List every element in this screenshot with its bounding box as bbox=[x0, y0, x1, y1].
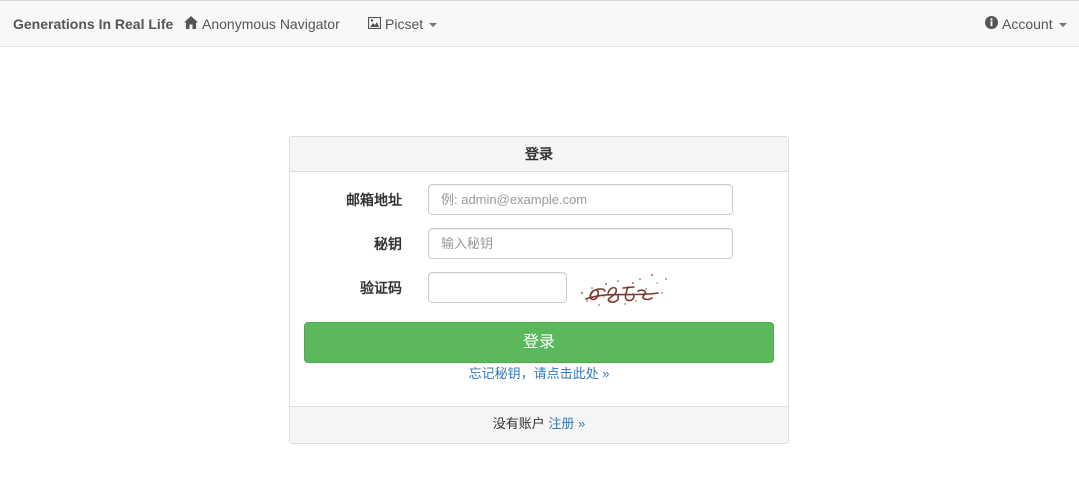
brand-link[interactable]: Generations In Real Life bbox=[13, 16, 173, 32]
email-field[interactable] bbox=[428, 184, 733, 215]
no-account-text: 没有账户 bbox=[492, 416, 545, 431]
info-icon bbox=[985, 16, 998, 32]
nav-account-dropdown[interactable]: Account bbox=[985, 16, 1067, 32]
home-icon bbox=[184, 16, 198, 32]
login-panel: 登录 邮箱地址 秘钥 验证码 bbox=[289, 136, 789, 444]
chevron-down-icon bbox=[1058, 23, 1067, 27]
captcha-label: 验证码 bbox=[360, 280, 402, 296]
nav-anonymous-navigator[interactable]: Anonymous Navigator bbox=[184, 16, 340, 32]
login-panel-footer: 没有账户 注册 » bbox=[290, 406, 788, 443]
login-panel-heading: 登录 bbox=[290, 137, 788, 172]
register-link[interactable]: 注册 » bbox=[548, 416, 585, 431]
nav-picset-label: Picset bbox=[385, 16, 424, 32]
captcha-image[interactable] bbox=[578, 271, 670, 311]
forgot-password-link[interactable]: 忘记秘钥，请点击此处 » bbox=[290, 363, 788, 382]
chevron-down-icon bbox=[429, 23, 438, 27]
password-label: 秘钥 bbox=[374, 236, 402, 252]
nav-anonymous-navigator-label: Anonymous Navigator bbox=[202, 16, 340, 32]
nav-picset-dropdown[interactable]: Picset bbox=[367, 16, 438, 32]
picture-icon bbox=[367, 16, 382, 32]
captcha-field[interactable] bbox=[428, 272, 567, 303]
email-label: 邮箱地址 bbox=[346, 192, 402, 208]
login-button[interactable]: 登录 bbox=[304, 322, 774, 363]
password-field[interactable] bbox=[428, 228, 733, 259]
nav-account-label: Account bbox=[1002, 16, 1053, 32]
top-navbar: Generations In Real Life Anonymous Navig… bbox=[0, 0, 1079, 47]
